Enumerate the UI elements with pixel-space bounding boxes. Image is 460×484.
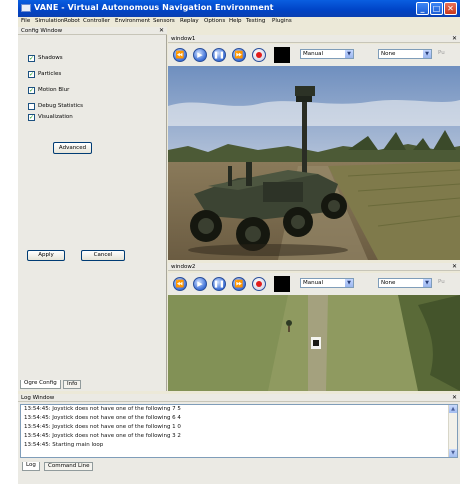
menu-robot[interactable]: Robot — [64, 18, 80, 24]
window2-toolbar: ⏪ ▶ ❚❚ ⏩ Manual ▼ None ▼ Pu — [168, 273, 460, 295]
window2-header: window2 ✕ — [168, 263, 460, 271]
rewind-icon[interactable]: ⏪ — [173, 277, 187, 291]
config-close-icon[interactable]: ✕ — [159, 27, 164, 35]
menu-simulation[interactable]: Simulation — [35, 18, 64, 24]
window2-title: window2 — [171, 264, 196, 270]
window2-camera-select[interactable]: None ▼ — [378, 278, 432, 288]
menu-environment[interactable]: Environment — [115, 18, 150, 24]
checkbox-check-icon: ✓ — [28, 114, 35, 121]
chevron-down-icon: ▼ — [423, 279, 431, 287]
menu-controller[interactable]: Controller — [83, 18, 110, 24]
menu-bar: File Simulation Robot Controller Environ… — [18, 17, 460, 27]
log-window-header: Log Window ✕ — [18, 394, 460, 402]
log-scrollbar[interactable]: ▲ ▼ — [448, 405, 457, 457]
config-window: ✓ Shadows ✓ Particles ✓ Motion Blur Debu… — [18, 35, 167, 391]
menu-sensors[interactable]: Sensors — [153, 18, 175, 24]
tab-info[interactable]: Info — [63, 380, 82, 389]
log-line: 13:54:45: Joystick does not have one of … — [24, 433, 181, 439]
checkbox-label: Debug Statistics — [38, 103, 83, 109]
menu-testing[interactable]: Testing — [246, 18, 265, 24]
log-output[interactable]: 13:54:45: Joystick does not have one of … — [20, 404, 458, 458]
log-tabs: Log Command Line — [22, 462, 222, 471]
menu-help[interactable]: Help — [229, 18, 242, 24]
log-line: 13:54:45: Joystick does not have one of … — [24, 415, 181, 421]
log-line: 13:54:45: Joystick does not have one of … — [24, 424, 181, 430]
title-bar: VANE - Virtual Autonomous Navigation Env… — [18, 0, 460, 17]
window1-header: window1 ✕ — [168, 35, 460, 43]
checkbox-label: Visualization — [38, 114, 73, 120]
tab-ogre-config[interactable]: Ogre Config — [20, 380, 61, 389]
config-window-header: Config Window ✕ — [18, 27, 167, 35]
app-window: VANE - Virtual Autonomous Navigation Env… — [18, 0, 460, 484]
maximize-button[interactable]: □ — [430, 2, 443, 15]
window1-extra-label: Pu — [438, 50, 445, 56]
app-icon — [21, 4, 31, 12]
window2-close-icon[interactable]: ✕ — [452, 263, 457, 271]
chevron-down-icon: ▼ — [345, 279, 353, 287]
fast-forward-icon[interactable]: ⏩ — [232, 277, 246, 291]
config-tabs: Ogre Config Info — [20, 380, 160, 389]
window1-toolbar: ⏪ ▶ ❚❚ ⏩ Manual ▼ None ▼ Pu — [168, 44, 460, 66]
record-icon[interactable] — [252, 48, 266, 62]
pause-icon[interactable]: ❚❚ — [212, 277, 226, 291]
menu-options[interactable]: Options — [204, 18, 225, 24]
menu-file[interactable]: File — [21, 18, 30, 24]
advanced-button[interactable]: Advanced — [53, 142, 92, 154]
window2-viewport[interactable] — [168, 295, 460, 391]
checkbox-box — [28, 103, 35, 110]
robot-scene — [168, 66, 460, 260]
chevron-down-icon: ▼ — [423, 50, 431, 58]
fast-forward-icon[interactable]: ⏩ — [232, 48, 246, 62]
cancel-button[interactable]: Cancel — [81, 250, 125, 261]
checkbox-label: Particles — [38, 71, 62, 77]
checkbox-check-icon: ✓ — [28, 87, 35, 94]
play-icon[interactable]: ▶ — [193, 277, 207, 291]
log-window-title: Log Window — [21, 395, 55, 401]
checkbox-label: Motion Blur — [38, 87, 70, 93]
aerial-scene — [168, 295, 460, 391]
pause-icon[interactable]: ❚❚ — [212, 48, 226, 62]
mode-value: Manual — [303, 51, 323, 57]
window1-title: window1 — [171, 36, 196, 42]
status-indicator — [274, 47, 290, 63]
camera-value: None — [381, 51, 396, 57]
record-icon[interactable] — [252, 277, 266, 291]
tab-log[interactable]: Log — [22, 462, 40, 471]
tab-command-line[interactable]: Command Line — [44, 462, 94, 471]
window1-viewport[interactable] — [168, 66, 460, 260]
window1-mode-select[interactable]: Manual ▼ — [300, 49, 354, 59]
chevron-down-icon: ▼ — [345, 50, 353, 58]
menu-replay[interactable]: Replay — [180, 18, 199, 24]
log-close-icon[interactable]: ✕ — [452, 394, 457, 402]
play-icon[interactable]: ▶ — [193, 48, 207, 62]
config-window-title: Config Window — [21, 28, 63, 34]
close-button[interactable]: ✕ — [444, 2, 457, 15]
window-title: VANE - Virtual Autonomous Navigation Env… — [34, 3, 274, 12]
log-line: 13:54:45: Starting main loop — [24, 442, 104, 448]
checkbox-check-icon: ✓ — [28, 55, 35, 62]
rewind-icon[interactable]: ⏪ — [173, 48, 187, 62]
minimize-button[interactable]: _ — [416, 2, 429, 15]
mode-value: Manual — [303, 280, 323, 286]
window1-camera-select[interactable]: None ▼ — [378, 49, 432, 59]
window2-extra-label: Pu — [438, 279, 445, 285]
status-indicator — [274, 276, 290, 292]
scroll-down-icon[interactable]: ▼ — [449, 449, 457, 457]
window1-close-icon[interactable]: ✕ — [452, 35, 457, 43]
scroll-up-icon[interactable]: ▲ — [449, 405, 457, 413]
log-line: 13:54:45: Joystick does not have one of … — [24, 406, 181, 412]
window2-mode-select[interactable]: Manual ▼ — [300, 278, 354, 288]
menu-plugins[interactable]: Plugins — [272, 18, 292, 24]
apply-button[interactable]: Apply — [27, 250, 65, 261]
checkbox-label: Shadows — [38, 55, 63, 61]
log-window: Log Window ✕ 13:54:45: Joystick does not… — [18, 394, 460, 484]
checkbox-check-icon: ✓ — [28, 71, 35, 78]
camera-value: None — [381, 280, 396, 286]
